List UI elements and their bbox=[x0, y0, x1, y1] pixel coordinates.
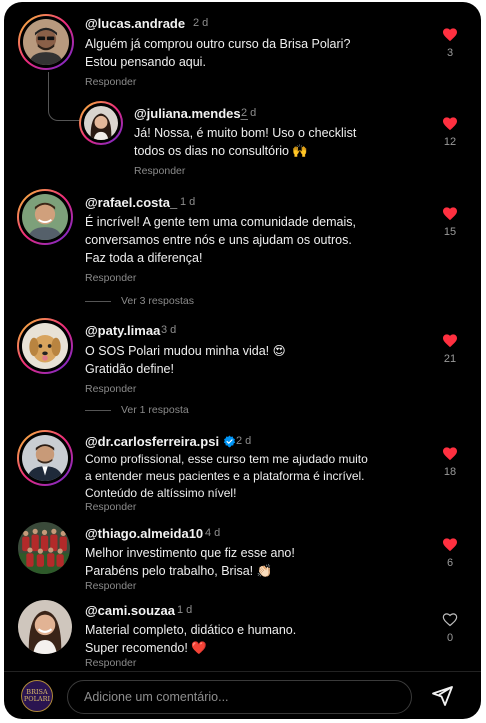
like-button[interactable]: 12 bbox=[437, 116, 463, 148]
reply-button[interactable]: Responder bbox=[85, 272, 136, 284]
comment-time: 3 d bbox=[161, 324, 177, 336]
username[interactable]: @juliana.mendes_ bbox=[134, 106, 248, 121]
username[interactable]: @rafael.costa_ bbox=[85, 195, 177, 210]
comment-text: Já! Nossa, é muito bom! Uso o checklist … bbox=[134, 126, 357, 158]
comment-input[interactable]: Adicione um comentário... bbox=[67, 680, 412, 714]
like-count: 12 bbox=[443, 136, 457, 148]
avatar-cami[interactable] bbox=[18, 600, 72, 654]
comment-text: O SOS Polari mudou minha vida! 😍 Gratidã… bbox=[85, 344, 286, 376]
like-button[interactable]: 3 bbox=[437, 27, 463, 59]
profile-avatar-brand[interactable]: BRISA POLARI bbox=[21, 680, 53, 712]
reply-button[interactable]: Responder bbox=[85, 580, 136, 592]
comment-time: 2 d bbox=[193, 17, 209, 29]
heart-icon bbox=[443, 538, 457, 552]
comment-time: 2 d bbox=[236, 435, 252, 447]
username[interactable]: @cami.souzaa bbox=[85, 603, 175, 618]
divider bbox=[85, 300, 111, 302]
reply-button[interactable]: Responder bbox=[85, 501, 136, 513]
avatar-rafael[interactable] bbox=[17, 189, 73, 245]
like-button[interactable]: 6 bbox=[437, 537, 463, 569]
like-count: 3 bbox=[446, 47, 454, 59]
heart-icon bbox=[443, 117, 457, 131]
send-icon bbox=[432, 686, 453, 706]
view-replies-button[interactable]: Ver 1 resposta bbox=[85, 404, 189, 416]
heart-icon bbox=[443, 334, 457, 348]
avatar-carlos[interactable] bbox=[17, 430, 73, 486]
reply-button[interactable]: Responder bbox=[85, 383, 136, 395]
like-count: 21 bbox=[443, 353, 457, 365]
comment-text: Alguém já comprou outro curso da Brisa P… bbox=[85, 37, 351, 69]
like-button[interactable]: 21 bbox=[437, 333, 463, 365]
avatar-thiago[interactable] bbox=[18, 522, 70, 574]
reply-button[interactable]: Responder bbox=[85, 657, 136, 669]
comment-text: Material completo, didático e humano. Su… bbox=[85, 623, 297, 655]
comment-text: Melhor investimento que fiz esse ano! Pa… bbox=[85, 546, 295, 578]
avatar-juliana[interactable] bbox=[79, 101, 123, 145]
avatar-paty[interactable] bbox=[17, 318, 73, 374]
like-count: 0 bbox=[446, 632, 454, 644]
comment-time: 2 d bbox=[241, 107, 257, 119]
like-button[interactable]: 0 bbox=[437, 612, 463, 644]
comment-time: 1 d bbox=[177, 604, 193, 616]
heart-icon bbox=[443, 447, 457, 461]
comment-composer: BRISA POLARI Adicione um comentário... bbox=[4, 671, 481, 719]
username[interactable]: @lucas.andrade bbox=[85, 16, 185, 31]
comment-text: Como profissional, esse curso tem me aju… bbox=[85, 452, 368, 500]
send-button[interactable] bbox=[429, 684, 455, 708]
avatar-lucas[interactable] bbox=[18, 14, 74, 70]
view-replies-button[interactable]: Ver 3 respostas bbox=[85, 295, 194, 307]
like-count: 15 bbox=[443, 226, 457, 238]
heart-icon bbox=[442, 613, 458, 627]
username[interactable]: @thiago.almeida10 bbox=[85, 526, 203, 541]
username[interactable]: @paty.limaa bbox=[85, 323, 160, 338]
reply-button[interactable]: Responder bbox=[85, 76, 136, 88]
comments-screen: @lucas.andrade 2 d Alguém já comprou out… bbox=[4, 2, 481, 719]
comment-time: 4 d bbox=[205, 527, 221, 539]
verified-badge-icon bbox=[223, 435, 236, 448]
like-count: 6 bbox=[446, 557, 454, 569]
like-button[interactable]: 15 bbox=[437, 206, 463, 238]
comment-time: 1 d bbox=[180, 196, 196, 208]
comment-text: É incrível! A gente tem uma comunidade d… bbox=[85, 215, 356, 265]
heart-icon bbox=[443, 207, 457, 221]
like-count: 18 bbox=[443, 466, 457, 478]
heart-icon bbox=[443, 28, 457, 42]
like-button[interactable]: 18 bbox=[437, 446, 463, 478]
reply-button[interactable]: Responder bbox=[134, 165, 185, 177]
username[interactable]: @dr.carlosferreira.psi bbox=[85, 434, 236, 449]
divider bbox=[85, 409, 111, 411]
